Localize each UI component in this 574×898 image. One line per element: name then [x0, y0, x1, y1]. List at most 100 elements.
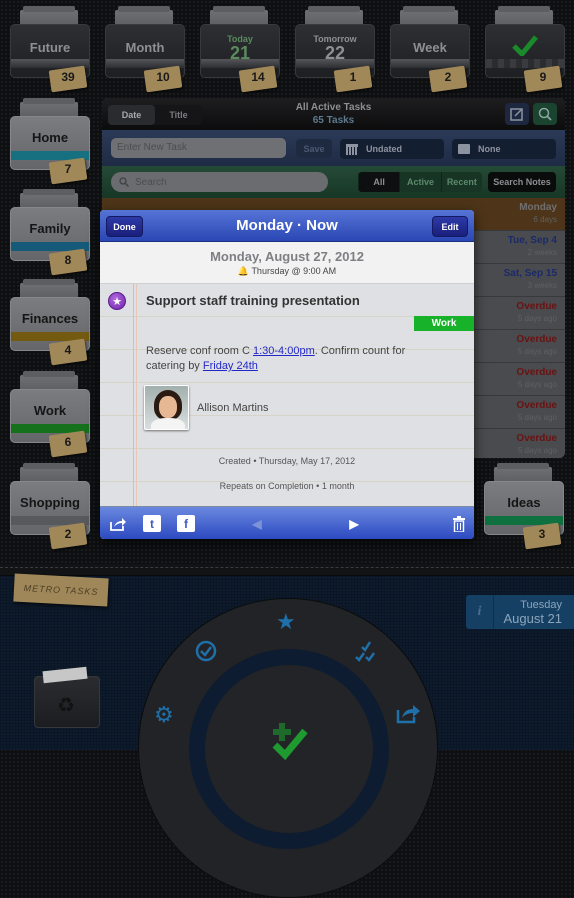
- task-relative-time: 5 days ago: [517, 347, 557, 356]
- folder-completed[interactable]: 9: [485, 6, 565, 93]
- task-relative-time: 5 days ago: [517, 314, 557, 323]
- time-link[interactable]: 1:30-4:00pm: [253, 345, 315, 357]
- export-icon[interactable]: [396, 702, 422, 730]
- folder-shopping[interactable]: Shopping 2: [10, 463, 90, 550]
- popover-nav-bar: Done Monday · Now Edit: [100, 210, 474, 242]
- folder-ideas[interactable]: Ideas 3: [484, 463, 564, 550]
- folder-label: Work: [33, 403, 67, 418]
- compose-button[interactable]: [505, 103, 529, 125]
- trash-icon[interactable]: [450, 515, 468, 532]
- main-area: Future 39 Month 10 Today 21 14 Tomorrow …: [0, 0, 574, 570]
- alarm: 🔔 Thursday @ 9:00 AM: [100, 266, 474, 277]
- folder-tomorrow[interactable]: Tomorrow 22 1: [295, 6, 375, 93]
- current-date: August 21: [503, 611, 562, 626]
- search-placeholder: Search: [135, 176, 167, 188]
- folder-future[interactable]: Future 39: [10, 6, 90, 93]
- new-task-input[interactable]: Enter New Task: [111, 138, 286, 158]
- recurring-task-icon[interactable]: [194, 639, 218, 669]
- search-button[interactable]: [533, 103, 557, 125]
- folder-count: 39: [61, 70, 75, 84]
- folder-count: 1: [349, 70, 357, 84]
- folder-label: Month: [125, 40, 165, 55]
- star-icon[interactable]: ★: [276, 609, 296, 635]
- next-arrow-icon[interactable]: ▶: [345, 515, 363, 532]
- folder-dropdown-value: None: [478, 144, 501, 154]
- settings-gear-icon[interactable]: ⚙: [154, 702, 174, 728]
- search-notes-button[interactable]: Search Notes: [488, 172, 556, 192]
- task-relative-time: 3 weeks: [527, 281, 557, 290]
- calendar-icon: [346, 143, 358, 155]
- search-bar: Search All Active Recent Search Notes: [102, 166, 565, 198]
- task-due: Overdue: [516, 367, 557, 378]
- panel-title: All Active Tasks: [295, 102, 372, 113]
- folder-count: 10: [156, 70, 170, 84]
- folder-family[interactable]: Family 8: [10, 189, 90, 276]
- folder-label: Home: [31, 130, 69, 145]
- sort-segmented-control: Date Title: [108, 105, 202, 125]
- add-task-button[interactable]: [205, 665, 373, 833]
- task-detail-popover: Done Monday · Now Edit Monday, August 27…: [100, 210, 474, 539]
- task-detail-body: ★ Support staff training presentation Wo…: [100, 284, 474, 506]
- share-icon[interactable]: [109, 515, 127, 532]
- alarm-time: Thursday @ 9:00 AM: [251, 266, 337, 276]
- task-due: Overdue: [516, 301, 557, 312]
- folder-count: 4: [64, 343, 72, 357]
- task-relative-time: 5 days ago: [517, 380, 557, 389]
- task-due: Overdue: [516, 334, 557, 345]
- new-task-bar: Enter New Task Save Undated None: [102, 130, 565, 166]
- date-dropdown[interactable]: Undated: [340, 139, 444, 159]
- search-input[interactable]: Search: [111, 172, 328, 192]
- filter-all[interactable]: All: [358, 172, 400, 192]
- popover-title: Monday · Now: [236, 217, 338, 234]
- created-date: Created • Thursday, May 17, 2012: [218, 456, 356, 466]
- sort-date-button[interactable]: Date: [108, 105, 155, 125]
- date-dropdown-value: Undated: [366, 144, 402, 154]
- compose-icon: [510, 108, 523, 121]
- filter-recent[interactable]: Recent: [440, 172, 482, 192]
- due-date-block: Monday, August 27, 2012 🔔 Thursday @ 9:0…: [100, 242, 474, 284]
- folder-label: Finances: [21, 311, 79, 326]
- folder-count: 6: [64, 435, 72, 449]
- recycle-icon: ♻: [57, 695, 75, 717]
- folder-finances[interactable]: Finances 4: [10, 279, 90, 366]
- folder-icon: [458, 144, 470, 154]
- current-date-widget[interactable]: i Tuesday August 21: [466, 595, 574, 629]
- folder-count: 7: [64, 162, 72, 176]
- checkmark-icon: [512, 35, 538, 56]
- filter-active[interactable]: Active: [399, 172, 441, 192]
- folder-month[interactable]: Month 10: [105, 6, 185, 93]
- facebook-icon[interactable]: f: [177, 515, 195, 532]
- task-relative-time: 6 days: [533, 215, 557, 224]
- edit-button[interactable]: Edit: [432, 216, 468, 237]
- save-button[interactable]: Save: [296, 139, 332, 158]
- twitter-icon[interactable]: t: [143, 515, 161, 532]
- folder-count: 2: [64, 527, 72, 541]
- task-relative-time: 5 days ago: [517, 446, 557, 455]
- folder-label: Future: [29, 40, 71, 55]
- completed-list-icon[interactable]: [354, 639, 380, 669]
- folder-dropdown[interactable]: None: [452, 139, 556, 159]
- task-relative-time: 5 days ago: [517, 413, 557, 422]
- folder-label: Shopping: [20, 495, 80, 510]
- recycle-bin[interactable]: ♻: [34, 666, 100, 728]
- date-link[interactable]: Friday 24th: [203, 360, 258, 372]
- folder-label: Family: [29, 221, 71, 236]
- due-date: Monday, August 27, 2012: [210, 249, 364, 264]
- app-logo-note: METRO TASKS: [13, 573, 109, 607]
- task-notes: Reserve conf room C 1:30-4:00pm. Confirm…: [146, 345, 406, 372]
- panel-header: Date Title All Active Tasks 65 Tasks: [102, 98, 565, 130]
- dock-area: METRO TASKS ♻ ⚙ ★ i Tuesday August 21: [0, 564, 574, 898]
- task-due: Overdue: [516, 400, 557, 411]
- folder-work[interactable]: Work 6: [10, 371, 90, 458]
- priority-star-icon[interactable]: ★: [108, 292, 126, 310]
- task-due: Tue, Sep 4: [507, 235, 557, 246]
- repeat-info: Repeats on Completion • 1 month: [219, 481, 355, 491]
- folder-today[interactable]: Today 21 14: [200, 6, 280, 93]
- task-due: Sat, Sep 15: [503, 268, 557, 279]
- sort-title-button[interactable]: Title: [155, 105, 202, 125]
- folder-week[interactable]: Week 2: [390, 6, 470, 93]
- folder-home[interactable]: Home 7: [10, 98, 90, 185]
- previous-arrow-icon[interactable]: ◀: [248, 515, 266, 532]
- folder-count: 2: [444, 70, 452, 84]
- contact[interactable]: Allison Martins: [144, 385, 269, 430]
